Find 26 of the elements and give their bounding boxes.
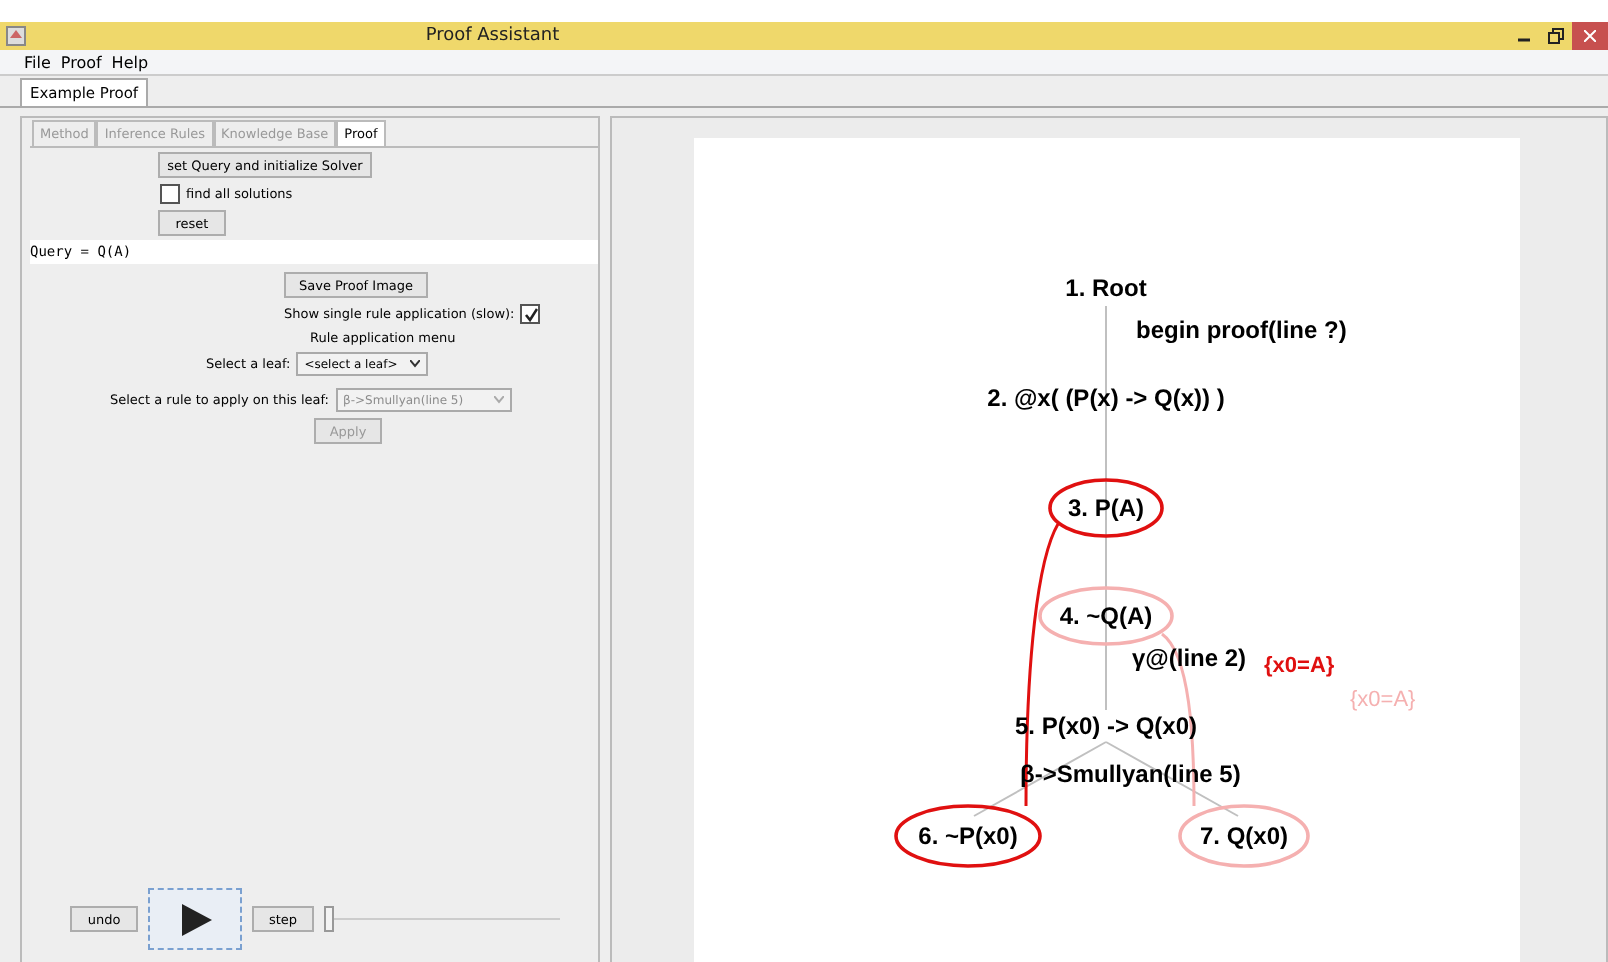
node-label: 1. Root bbox=[1065, 274, 1147, 302]
menu-item[interactable]: Help bbox=[111, 53, 149, 71]
close-icon bbox=[1584, 30, 1596, 42]
proof-node: 3. P(A) bbox=[1048, 478, 1164, 538]
substitution-label: {x0=A} bbox=[1350, 688, 1416, 712]
node-label: 2. @x( (P(x) -> Q(x)) ) bbox=[987, 384, 1225, 412]
play-button[interactable] bbox=[148, 888, 242, 950]
caret-icon bbox=[410, 360, 421, 368]
speed-slider[interactable] bbox=[324, 907, 560, 931]
checkbox[interactable] bbox=[520, 304, 541, 324]
restore-icon bbox=[1548, 28, 1564, 44]
menu-item[interactable]: Proof bbox=[60, 53, 102, 71]
rule-label: γ@(line 2) bbox=[1132, 644, 1247, 672]
play-icon bbox=[177, 901, 213, 937]
menu-item[interactable]: File bbox=[24, 53, 51, 71]
proof-node: 6. ~P(x0) bbox=[894, 804, 1042, 868]
caret-icon bbox=[493, 396, 504, 404]
rule-label: begin proof(line ?) bbox=[1136, 316, 1347, 344]
checkbox[interactable] bbox=[160, 184, 180, 204]
window-title: Proof Assistant bbox=[423, 26, 562, 46]
proof-node: 4. ~Q(A) bbox=[1038, 586, 1174, 646]
close-button[interactable] bbox=[1572, 22, 1608, 50]
proof-node: 7. Q(x0) bbox=[1178, 804, 1310, 868]
substitution-label: {x0=A} bbox=[1264, 654, 1335, 678]
app-icon bbox=[6, 26, 26, 46]
slider-thumb[interactable] bbox=[324, 906, 334, 932]
